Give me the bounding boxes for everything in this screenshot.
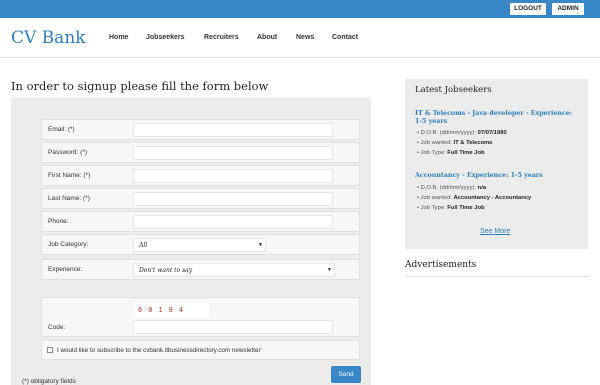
nav-news[interactable]: News	[296, 34, 314, 41]
experience-row: Experience: Don't want to say ▼	[41, 259, 360, 280]
password-row: Password: (*)	[41, 142, 360, 163]
top-bar: LOGOUT ADMIN	[0, 0, 600, 18]
job-dob: • D.O.B. (dd/mm/yyyy): 07/07/1980	[417, 130, 507, 136]
phone-field[interactable]	[133, 215, 333, 229]
jobseeker-link[interactable]: IT & Telecoms - Java developer - Experie…	[415, 110, 580, 126]
dropdown-arrow-icon: ▼	[327, 267, 332, 273]
job-category-select[interactable]: All ▼	[133, 238, 266, 252]
obligatory-note: (*) obligatory fields	[22, 378, 76, 385]
first-name-row: First Name: (*)	[41, 165, 360, 186]
email-row: Email: (*)	[41, 119, 360, 140]
logo[interactable]: CV Bank	[11, 28, 86, 48]
first-name-label: First Name: (*)	[48, 172, 91, 179]
job-type: • Job Type: Full Time Job	[417, 205, 485, 211]
email-label: Email: (*)	[48, 126, 75, 133]
code-field[interactable]	[133, 320, 333, 334]
experience-label: Experience:	[48, 266, 83, 273]
dropdown-arrow-icon: ▼	[258, 242, 263, 248]
nav-contact[interactable]: Contact	[332, 34, 358, 41]
nav-about[interactable]: About	[257, 34, 277, 41]
newsletter-checkbox[interactable]	[47, 347, 53, 353]
experience-select[interactable]: Don't want to say ▼	[133, 263, 335, 277]
phone-label: Phone:	[48, 218, 69, 225]
captcha-row: 60194 Code:	[41, 297, 360, 337]
nav-recruiters[interactable]: Recruiters	[204, 34, 239, 41]
see-more-link[interactable]: See More	[480, 228, 510, 235]
logout-button[interactable]: LOGOUT	[510, 3, 546, 15]
experience-value: Don't want to say	[139, 267, 193, 274]
send-button[interactable]: Send	[331, 366, 361, 383]
jobseeker-link[interactable]: Accountancy - Experience: 1-5 years	[415, 172, 580, 180]
nav-home[interactable]: Home	[109, 34, 128, 41]
first-name-field[interactable]	[133, 169, 333, 183]
divider	[405, 276, 588, 277]
job-category-label: Job Category:	[48, 241, 89, 248]
advertisements-title: Advertisements	[405, 260, 477, 270]
phone-row: Phone:	[41, 211, 360, 232]
newsletter-row: I would like to subscribe to the cvbank.…	[41, 340, 360, 360]
job-category-value: All	[139, 242, 148, 249]
job-dob: • D.O.B. (dd/mm/yyyy): n/a	[417, 185, 487, 191]
last-name-label: Last Name: (*)	[48, 195, 90, 202]
code-label: Code:	[48, 324, 66, 331]
last-name-field[interactable]	[133, 192, 333, 206]
header: CV Bank Home Jobseekers Recruiters About…	[0, 18, 600, 58]
job-type: • Job Type: Full Time Job	[417, 150, 485, 156]
captcha-image: 60194	[134, 303, 209, 318]
password-label: Password: (*)	[48, 149, 88, 156]
job-wanted: • Job wanted: IT & Telecoms	[417, 140, 493, 146]
page-title: In order to signup please fill the form …	[11, 79, 269, 93]
password-field[interactable]	[133, 146, 333, 160]
admin-button[interactable]: ADMIN	[552, 3, 584, 15]
nav-jobseekers[interactable]: Jobseekers	[146, 34, 185, 41]
job-wanted: • Job wanted: Accountancy - Accountancy	[417, 195, 532, 201]
latest-jobseekers-panel: Latest Jobseekers IT & Telecoms - Java d…	[405, 79, 588, 249]
job-category-row: Job Category: All ▼	[41, 234, 360, 255]
newsletter-label: I would like to subscribe to the cvbank.…	[57, 347, 261, 354]
email-field[interactable]	[133, 123, 333, 137]
last-name-row: Last Name: (*)	[41, 188, 360, 209]
sidebar-title: Latest Jobseekers	[415, 85, 492, 95]
